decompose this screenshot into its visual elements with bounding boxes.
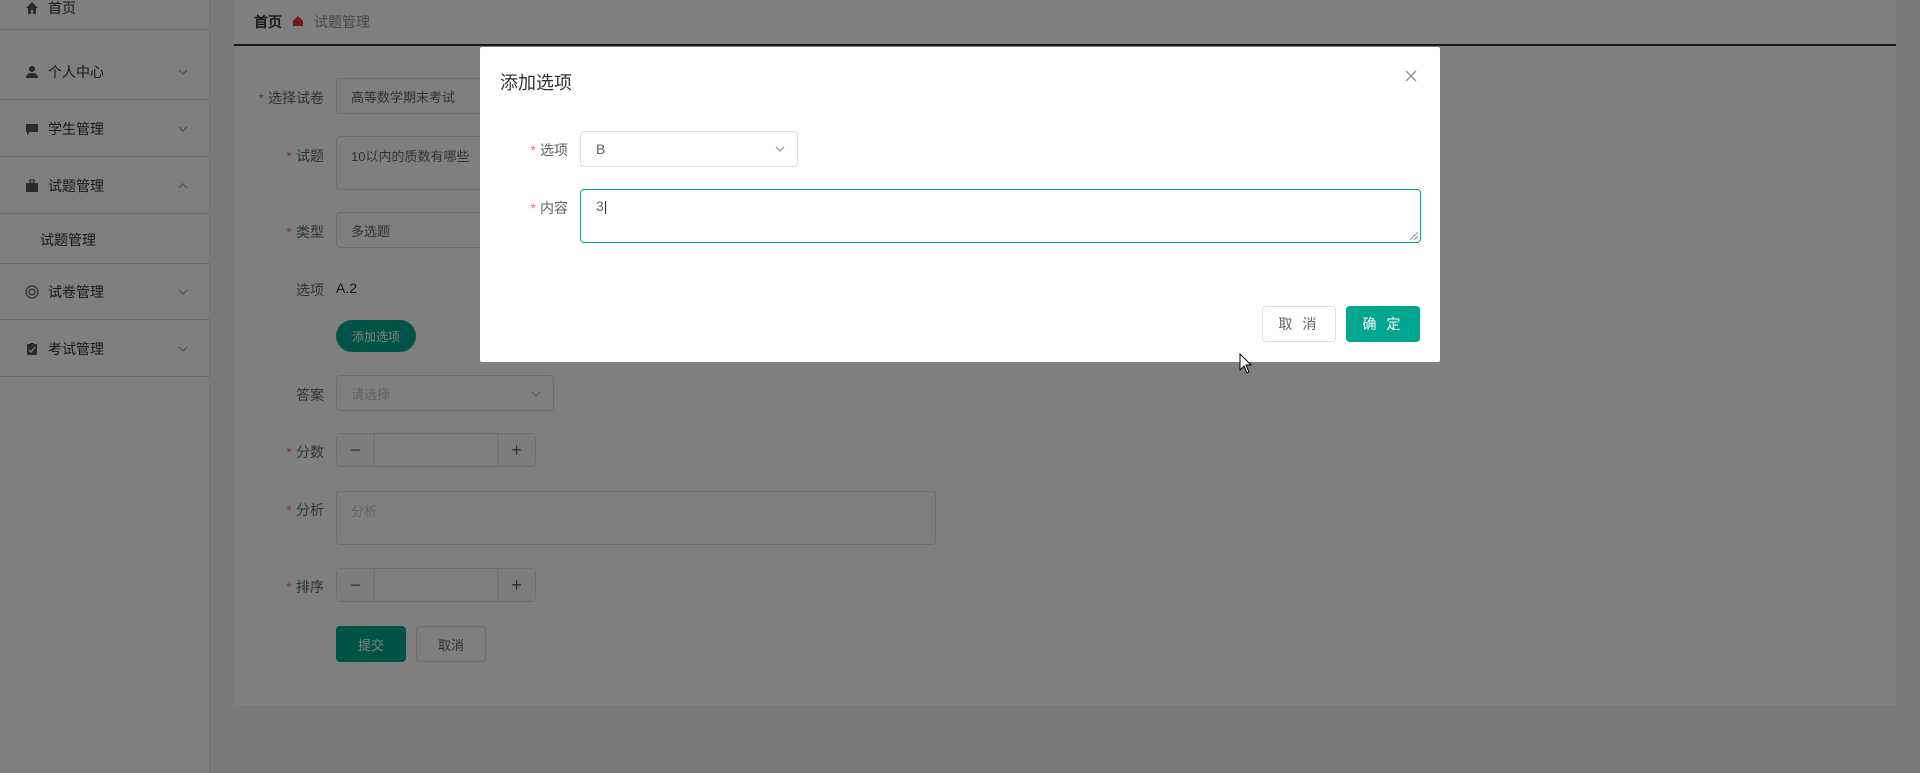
dialog-confirm-button[interactable]: 确 定	[1346, 306, 1420, 342]
add-option-dialog: 添加选项 * 选项 B * 内容 3| 取 消 确 定	[480, 47, 1440, 362]
dialog-title: 添加选项	[500, 73, 572, 93]
chevron-down-icon	[775, 146, 785, 152]
mouse-cursor-icon	[1239, 353, 1253, 374]
dialog-cancel-button[interactable]: 取 消	[1262, 306, 1336, 342]
option-select[interactable]: B	[580, 131, 798, 167]
option-label: * 选项	[530, 142, 568, 158]
resize-handle-icon[interactable]	[1410, 232, 1418, 240]
close-icon[interactable]	[1404, 69, 1418, 83]
content-label: * 内容	[530, 200, 568, 216]
content-textarea[interactable]: 3|	[580, 189, 1421, 243]
